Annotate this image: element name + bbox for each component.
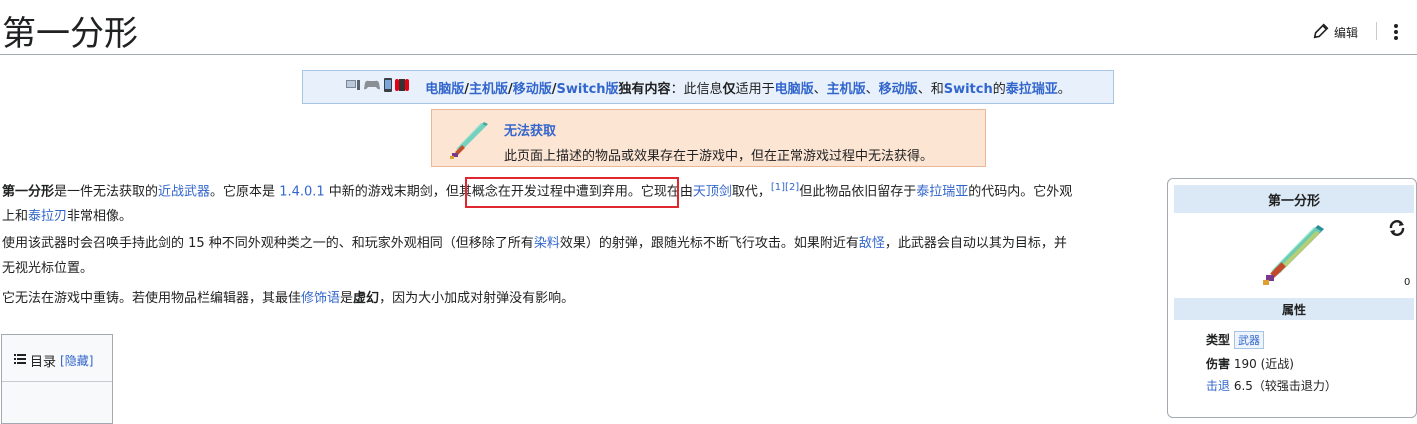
text: ，此武器会自动以其为目标，并 (884, 236, 1067, 251)
text: 是一件无法获取的 (54, 184, 159, 200)
link-dyes[interactable]: 染料 (534, 236, 560, 251)
link-switch[interactable]: Switch版 (557, 82, 619, 97)
link-zenith[interactable]: 天顶剑 (693, 184, 732, 199)
link-modifier[interactable]: 修饰语 (301, 291, 340, 306)
knockback-link[interactable]: 击退 (1206, 379, 1230, 393)
item-name-bold: 第一分形 (2, 184, 55, 200)
link-enemies[interactable]: 敌怪 (859, 236, 885, 251)
notice-text: ：此信息 (670, 81, 723, 97)
type-tag-weapon[interactable]: 武器 (1234, 331, 1265, 349)
pencil-icon (1312, 22, 1330, 43)
notice-text-b: 适用于 (735, 81, 775, 97)
more-vertical-icon (1394, 24, 1398, 40)
link-pc-2[interactable]: 电脑版 (775, 82, 814, 97)
notice-only: 仅 (722, 81, 736, 97)
platform-icons (345, 78, 410, 96)
list-icon (14, 353, 26, 369)
unobtainable-text: 此页面上描述的物品或效果存在于游戏中，但在正常游戏过程中无法获得。 (504, 149, 934, 164)
exclusive-label: 独有内容 (618, 81, 671, 97)
type-label: 类型 (1206, 333, 1231, 347)
usage-paragraph: 使用该武器时会召唤手持此剑的 15 种不同外观种类之一的、和玩家外观相同（但移除… (2, 231, 1152, 281)
damage-value: 190 (近战) (1233, 357, 1294, 371)
sep: 的 (992, 81, 1006, 97)
link-switch-2[interactable]: Switch (944, 82, 993, 97)
link-mobile-2[interactable]: 移动版 (879, 82, 918, 97)
link-console[interactable]: 主机版 (469, 82, 508, 97)
refresh-icon[interactable] (1388, 219, 1406, 237)
reference-2[interactable]: [2] (785, 182, 799, 193)
pc-icon (345, 78, 361, 96)
text: 无视光标位置。 (2, 261, 94, 276)
link-pc[interactable]: 电脑版 (425, 82, 464, 97)
reforge-paragraph: 它无法在游戏中重铸。若使用物品栏编辑器，其最佳修饰语是虚幻，因为大小加成对射弹没… (2, 286, 1152, 311)
text: 它无法在游戏中重铸。若使用物品栏编辑器，其最佳 (2, 291, 302, 306)
link-terraria[interactable]: 泰拉瑞亚 (1006, 82, 1058, 97)
table-of-contents: 目录 [隐藏] (1, 334, 113, 424)
more-options-button[interactable] (1390, 22, 1402, 42)
text: 中新的游戏末期剑， (324, 184, 446, 200)
unobtainable-notice: 无法获取 此页面上描述的物品或效果存在于游戏中，但在正常游戏过程中无法获得。 (431, 109, 986, 167)
toc-hide-toggle[interactable]: [隐藏] (60, 352, 93, 369)
edit-button[interactable]: 编辑 (1312, 22, 1358, 43)
platform-exclusive-notice: 电脑版/主机版/移动版/Switch版独有内容：此信息仅适用于电脑版、主机版、移… (302, 70, 1114, 104)
highlighted-text: 但其概念在开发过程中遭到弃用。 (445, 184, 641, 200)
text: ，因为大小加成对射弹没有影响。 (379, 291, 575, 306)
reference-1[interactable]: [1] (771, 182, 785, 193)
sep: 、 (813, 81, 827, 97)
text: 但此物品依旧留存于 (799, 184, 917, 200)
link-console-2[interactable]: 主机版 (827, 82, 866, 97)
link-terraria-2[interactable]: 泰拉瑞亚 (916, 184, 968, 199)
sword-icon (450, 122, 488, 159)
switch-icon (395, 78, 410, 96)
toc-divider (2, 381, 112, 382)
toolbar-divider (1376, 22, 1377, 40)
link-mobile[interactable]: 移动版 (513, 82, 552, 97)
text: 是 (340, 291, 354, 306)
intro-paragraph: 第一分形是一件无法获取的近战武器。它原本是 1.4.0.1 中新的游戏末期剑，但… (2, 175, 1152, 229)
unobtainable-heading[interactable]: 无法获取 (504, 120, 556, 139)
page-title: 第一分形 (2, 14, 138, 54)
damage-label: 伤害 (1206, 357, 1231, 371)
sep: 。 (1057, 81, 1071, 97)
phone-icon (383, 78, 393, 96)
link-melee-weapon[interactable]: 近战武器 (158, 184, 210, 199)
infobox-row-knockback: 击退 6.5（较强击退力） (1206, 377, 1337, 394)
knockback-value: 6.5（较强击退力） (1233, 379, 1337, 393)
text: 。它原本是 (210, 184, 280, 200)
sep: 、 (865, 81, 879, 97)
infobox-row-type: 类型 武器 (1206, 331, 1265, 349)
sep: 、和 (917, 81, 944, 97)
text: 取代， (731, 184, 771, 200)
controller-icon (363, 78, 381, 96)
item-sword-icon (1263, 225, 1324, 285)
text: 上和 (2, 209, 29, 225)
link-version[interactable]: 1.4.0.1 (279, 184, 324, 199)
infobox-row-damage: 伤害 190 (近战) (1206, 355, 1294, 372)
text: 非常相像。 (67, 209, 133, 225)
text: 它现在由 (640, 184, 693, 200)
item-infobox: 第一分形 0 属性 类型 武器 伤害 190 (近战) 击退 6.5（较强击退力） (1167, 178, 1417, 418)
infobox-section-properties: 属性 (1174, 298, 1414, 320)
edit-label: 编辑 (1334, 26, 1359, 40)
link-terra-blade[interactable]: 泰拉刃 (28, 209, 67, 224)
best-modifier: 虚幻 (353, 291, 380, 306)
toc-label: 目录 (30, 355, 57, 370)
title-divider (0, 54, 1417, 55)
infobox-small-text: 0 (1404, 277, 1411, 288)
text: 效果）的射弹，跟随光标不断飞行攻击。如果附近有 (559, 236, 859, 251)
text: 使用该武器时会召唤手持此剑的 15 种不同外观种类之一的、和玩家外观相同（但移除… (2, 236, 534, 251)
text: 的代码内。它外观 (968, 184, 1073, 200)
infobox-title: 第一分形 (1174, 185, 1414, 213)
